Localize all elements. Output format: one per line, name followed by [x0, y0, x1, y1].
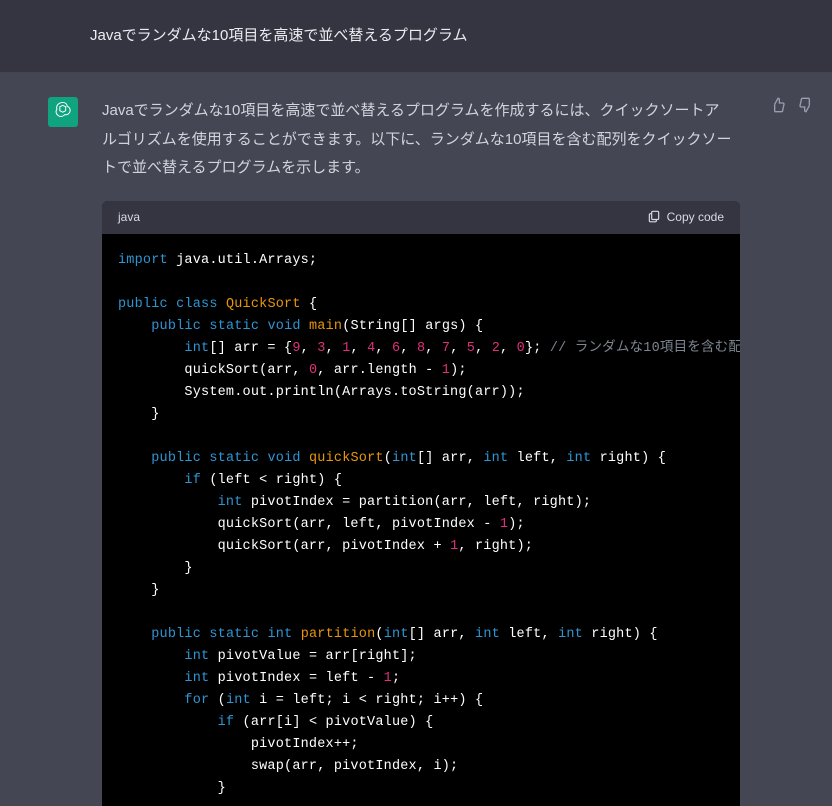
- thumbs-down-button[interactable]: [796, 97, 816, 117]
- user-message-row: Javaでランダムな10項目を高速で並べ替えるプログラム: [0, 0, 832, 73]
- code-language-label: java: [118, 210, 140, 224]
- assistant-content: Javaでランダムな10項目を高速で並べ替えるプログラムを作成するには、クイック…: [0, 97, 832, 806]
- thumbs-down-icon: [798, 97, 814, 118]
- openai-logo-icon: [53, 100, 73, 125]
- feedback-buttons: [768, 97, 816, 806]
- assistant-message-row: Javaでランダムな10項目を高速で並べ替えるプログラムを作成するには、クイック…: [0, 73, 832, 806]
- code-header: java Copy code: [102, 201, 740, 234]
- clipboard-icon: [647, 209, 661, 226]
- thumbs-up-button[interactable]: [768, 97, 788, 117]
- thumbs-up-icon: [770, 97, 786, 118]
- copy-code-label: Copy code: [667, 210, 724, 224]
- code-content[interactable]: import java.util.Arrays; public class Qu…: [102, 234, 740, 806]
- user-content: Javaでランダムな10項目を高速で並べ替えるプログラム: [0, 24, 832, 48]
- copy-code-button[interactable]: Copy code: [647, 209, 724, 226]
- user-message-text: Javaでランダムな10項目を高速で並べ替えるプログラム: [48, 24, 467, 48]
- code-block: java Copy code import java.util.Arrays; …: [102, 201, 740, 806]
- assistant-intro-text: Javaでランダムな10項目を高速で並べ替えるプログラムを作成するには、クイック…: [102, 97, 740, 183]
- assistant-avatar: [48, 97, 78, 127]
- assistant-message-body: Javaでランダムな10項目を高速で並べ替えるプログラムを作成するには、クイック…: [102, 97, 740, 806]
